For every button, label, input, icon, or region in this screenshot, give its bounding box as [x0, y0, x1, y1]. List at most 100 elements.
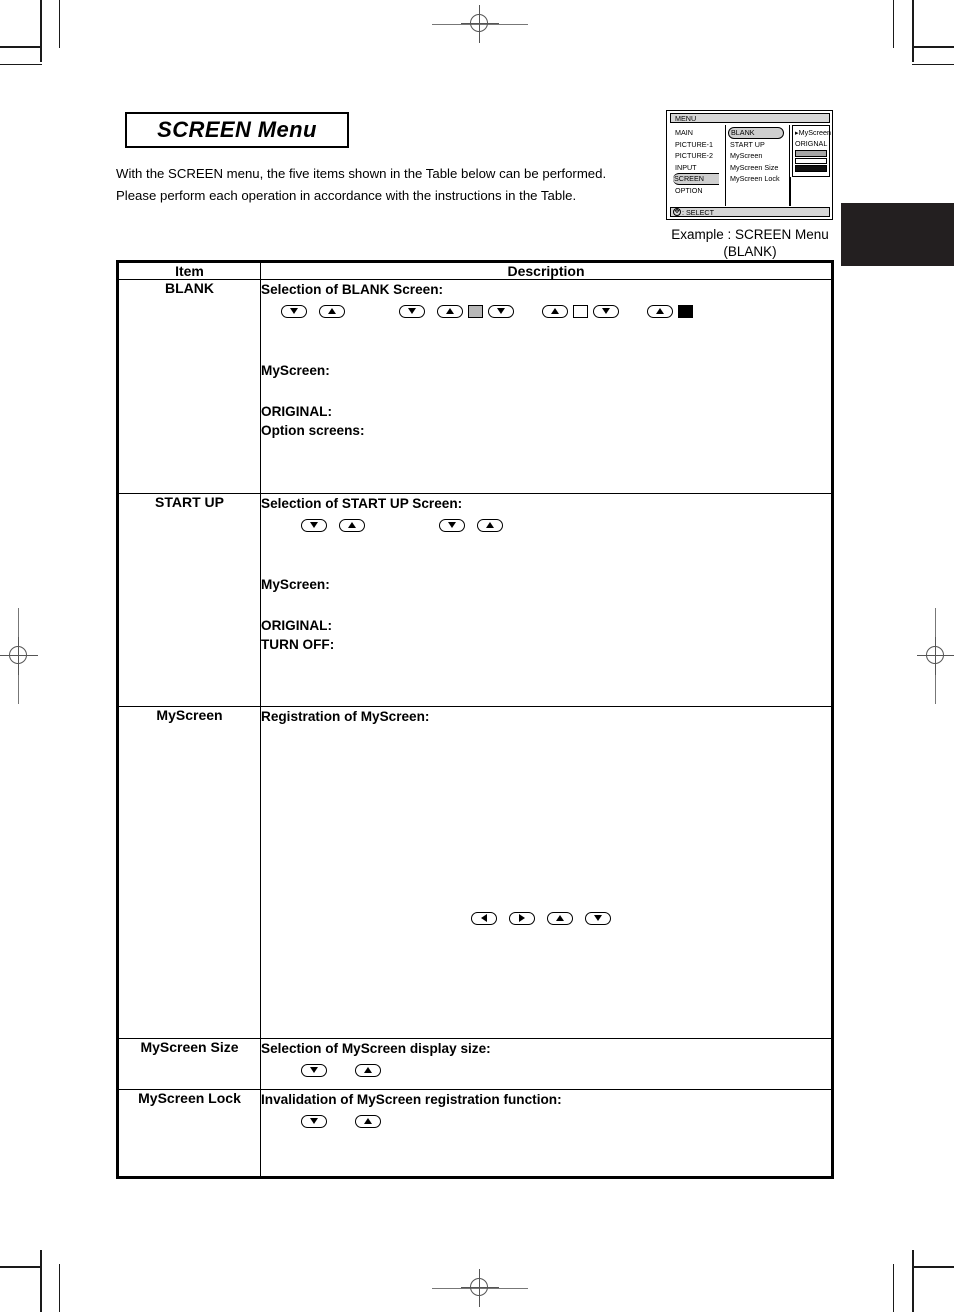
osd-select-label: : SELECT	[682, 207, 714, 217]
crop-mark-bottom-left-v	[40, 1250, 42, 1312]
osd-mid-item-blank[interactable]: BLANK	[728, 127, 784, 139]
row-description-myscreen-lock: Invalidation of MyScreen registration fu…	[260, 1089, 832, 1177]
key-down-icon[interactable]	[585, 911, 611, 925]
osd-right-item-myscreen[interactable]: ▸MyScreen	[795, 127, 831, 138]
key-left-icon[interactable]	[471, 911, 497, 925]
startup-key-sequence	[261, 515, 831, 535]
osd-swatch-gray[interactable]	[795, 150, 827, 157]
registration-mark-right	[917, 637, 954, 675]
key-up-icon[interactable]	[647, 304, 673, 318]
blank-subhead-original: ORIGINAL:	[261, 404, 332, 419]
page-title-box: SCREEN Menu	[125, 112, 349, 148]
myscreen-size-heading: Selection of MyScreen display size:	[261, 1041, 491, 1056]
osd-mid-panel: BLANK START UP MyScreen MyScreen Size My…	[727, 125, 790, 206]
table-row: MyScreen Registration of MyScreen:	[118, 706, 832, 1039]
row-description-myscreen-size: Selection of MyScreen display size:	[260, 1038, 832, 1090]
key-down-icon[interactable]	[301, 1063, 327, 1077]
screen-menu-table: Item Description BLANK Selection of BLAN…	[116, 260, 834, 1179]
key-down-icon[interactable]	[488, 304, 514, 318]
row-item-start-up: START UP	[118, 493, 261, 707]
page-canvas: SCREEN Menu With the SCREEN menu, the fi…	[0, 0, 954, 1312]
osd-mid-item-start-up[interactable]: START UP	[730, 139, 789, 151]
key-up-icon[interactable]	[339, 518, 365, 532]
startup-heading: Selection of START UP Screen:	[261, 496, 463, 511]
key-down-icon[interactable]	[301, 518, 327, 532]
osd-caption-line-2: (BLANK)	[723, 244, 777, 259]
key-up-icon[interactable]	[319, 304, 345, 318]
startup-subhead-turn-off: TURN OFF:	[261, 637, 335, 652]
myscreen-key-sequence	[261, 908, 831, 928]
crop-mark-bottom-left-h	[0, 1266, 42, 1268]
table-row: BLANK Selection of BLANK Screen: MyScree…	[118, 279, 832, 494]
intro-line-1: With the SCREEN menu, the five items sho…	[116, 166, 607, 181]
key-up-icon[interactable]	[542, 304, 568, 318]
crop-mark-top-left-inner-v	[59, 0, 60, 48]
blank-subhead-option-screens: Option screens:	[261, 423, 365, 438]
key-up-icon[interactable]	[355, 1063, 381, 1077]
crop-mark-top-right-inner-h	[912, 64, 954, 65]
osd-swatch-black[interactable]	[795, 165, 827, 172]
crop-mark-bottom-right-h	[912, 1266, 954, 1268]
key-down-icon[interactable]	[399, 304, 425, 318]
crop-mark-bottom-left-inner-v	[59, 1264, 60, 1312]
crop-mark-top-left-v	[40, 0, 42, 62]
osd-caption: Example : SCREEN Menu (BLANK)	[640, 226, 860, 260]
key-right-icon[interactable]	[509, 911, 535, 925]
startup-subhead-myscreen: MyScreen:	[261, 577, 330, 592]
crop-mark-top-left-inner-h	[0, 64, 42, 65]
osd-mid-item-myscreen[interactable]: MyScreen	[730, 150, 789, 162]
osd-left-item-main[interactable]: MAIN	[675, 127, 725, 139]
startup-subhead-original: ORIGINAL:	[261, 618, 332, 633]
crop-mark-top-left-h	[0, 46, 42, 48]
row-item-myscreen: MyScreen	[118, 706, 261, 1039]
registration-mark-bottom	[461, 1269, 499, 1307]
osd-right-panel: ▸MyScreen ORIGNAL	[792, 125, 831, 177]
key-down-icon[interactable]	[281, 304, 307, 318]
table-header-item: Item	[118, 262, 261, 280]
key-up-icon[interactable]	[437, 304, 463, 318]
row-description-myscreen: Registration of MyScreen:	[260, 706, 832, 1039]
table-header-description: Description	[260, 262, 832, 280]
table-row: MyScreen Size Selection of MyScreen disp…	[118, 1038, 832, 1090]
four-way-cursor-icon: ✥	[673, 208, 681, 216]
row-description-start-up: Selection of START UP Screen: MyScreen: …	[260, 493, 832, 707]
osd-left-item-picture-1[interactable]: PICTURE-1	[675, 139, 725, 151]
osd-mid-item-myscreen-size[interactable]: MyScreen Size	[730, 162, 789, 174]
osd-right-item-orignal[interactable]: ORIGNAL	[795, 138, 827, 149]
osd-select-bar: ✥ : SELECT	[670, 207, 830, 217]
blank-subhead-myscreen: MyScreen:	[261, 363, 330, 378]
key-down-icon[interactable]	[439, 518, 465, 532]
table-row: START UP Selection of START UP Screen: M…	[118, 493, 832, 707]
osd-left-panel: MAIN PICTURE-1 PICTURE-2 INPUT SCREEN OP…	[670, 125, 726, 206]
myscreen-heading: Registration of MyScreen:	[261, 709, 430, 724]
swatch-gray-icon	[468, 304, 483, 318]
crop-mark-top-right-v	[912, 0, 914, 62]
key-down-icon[interactable]	[301, 1114, 327, 1128]
table-header-row: Item Description	[118, 262, 832, 280]
osd-mid-item-myscreen-lock[interactable]: MyScreen Lock	[730, 173, 789, 185]
osd-left-item-screen[interactable]: SCREEN	[673, 173, 719, 185]
crop-mark-bottom-right-v	[912, 1250, 914, 1312]
swatch-white-icon	[573, 304, 588, 318]
row-description-blank: Selection of BLANK Screen: MyScreen: ORI…	[260, 279, 832, 494]
osd-swatch-white[interactable]	[795, 157, 827, 164]
crop-mark-bottom-right-inner-v	[893, 1264, 894, 1312]
crop-mark-top-right-h	[912, 46, 954, 48]
myscreen-size-key-sequence	[261, 1060, 831, 1080]
blank-heading: Selection of BLANK Screen:	[261, 282, 444, 297]
key-up-icon[interactable]	[547, 911, 573, 925]
row-item-myscreen-size: MyScreen Size	[118, 1038, 261, 1090]
row-item-myscreen-lock: MyScreen Lock	[118, 1089, 261, 1177]
osd-caption-line-1: Example : SCREEN Menu	[671, 227, 829, 242]
key-up-icon[interactable]	[355, 1114, 381, 1128]
row-item-blank: BLANK	[118, 279, 261, 494]
osd-left-item-option[interactable]: OPTION	[675, 185, 725, 197]
osd-connector-line	[790, 177, 791, 206]
intro-paragraph: With the SCREEN menu, the five items sho…	[116, 163, 656, 207]
intro-line-2: Please perform each operation in accorda…	[116, 188, 577, 203]
osd-left-item-input[interactable]: INPUT	[675, 162, 725, 174]
key-up-icon[interactable]	[477, 518, 503, 532]
myscreen-lock-heading: Invalidation of MyScreen registration fu…	[261, 1092, 562, 1107]
osd-left-item-picture-2[interactable]: PICTURE-2	[675, 150, 725, 162]
key-down-icon[interactable]	[593, 304, 619, 318]
